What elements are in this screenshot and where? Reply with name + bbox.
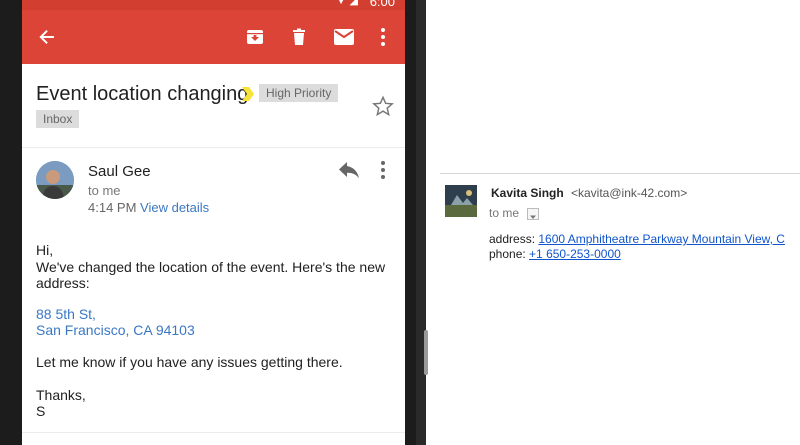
recipient-label: to me [88, 183, 121, 198]
message-more-icon[interactable] [380, 160, 390, 180]
phone-label: phone: [489, 247, 526, 261]
message-line: We've changed the location of the event.… [36, 259, 386, 275]
message-line: address: [36, 275, 90, 291]
desktop-phone-row: phone: +1 650-253-0000 [489, 247, 621, 261]
message-line: Let me know if you have any issues getti… [36, 354, 343, 370]
phone-screen: ▼◢ 6:00 Event location changing High Pri… [22, 0, 405, 445]
signoff: Thanks, [36, 387, 86, 403]
email-subject: Event location changing [36, 83, 249, 105]
address-link[interactable]: San Francisco, CA 94103 [36, 322, 195, 338]
desktop-address-row: address: 1600 Amphitheatre Parkway Mount… [489, 232, 785, 246]
email-time: 4:14 PM [88, 200, 137, 215]
priority-badge: High Priority [259, 84, 339, 102]
footer-divider [22, 432, 405, 433]
recipient-dropdown-icon[interactable] [527, 208, 539, 220]
reply-icon[interactable] [338, 162, 360, 180]
inbox-label[interactable]: Inbox [36, 110, 80, 128]
header-divider [22, 147, 405, 148]
status-bar: ▼◢ 6:00 [22, 0, 405, 10]
phone-value-link[interactable]: +1 650-253-0000 [529, 247, 621, 261]
greeting: Hi, [36, 242, 54, 258]
trash-icon[interactable] [286, 24, 312, 50]
address-value-link[interactable]: 1600 Amphitheatre Parkway Mountain View,… [538, 232, 785, 246]
avatar[interactable] [36, 161, 74, 199]
desktop-avatar[interactable] [445, 185, 477, 217]
desktop-recipient: to me [489, 206, 520, 220]
more-vert-icon[interactable] [370, 24, 396, 50]
sender-name: Saul Gee [88, 163, 151, 180]
desktop-sender-email: <kavita@ink-42.com> [571, 186, 688, 200]
desktop-divider [440, 173, 800, 174]
phone-side-button [424, 330, 428, 375]
signature: S [36, 403, 46, 419]
app-bar [22, 10, 405, 64]
status-time: 6:00 [369, 0, 395, 9]
mail-icon[interactable] [331, 24, 357, 50]
phone-edge [416, 0, 426, 445]
address-link[interactable]: 88 5th St, [36, 306, 96, 322]
star-icon[interactable] [372, 95, 394, 117]
address-label: address: [489, 232, 536, 246]
phone-frame: ▼◢ 6:00 Event location changing High Pri… [0, 0, 428, 445]
desktop-sender-name: Kavita Singh [491, 186, 564, 200]
view-details-link[interactable]: View details [140, 200, 209, 215]
signal-icon: ▼◢ [335, 0, 361, 7]
back-arrow-icon[interactable] [34, 24, 60, 50]
priority-marker-icon [240, 85, 256, 103]
archive-icon[interactable] [242, 24, 268, 50]
timestamp-row: 4:14 PM View details [88, 200, 209, 215]
